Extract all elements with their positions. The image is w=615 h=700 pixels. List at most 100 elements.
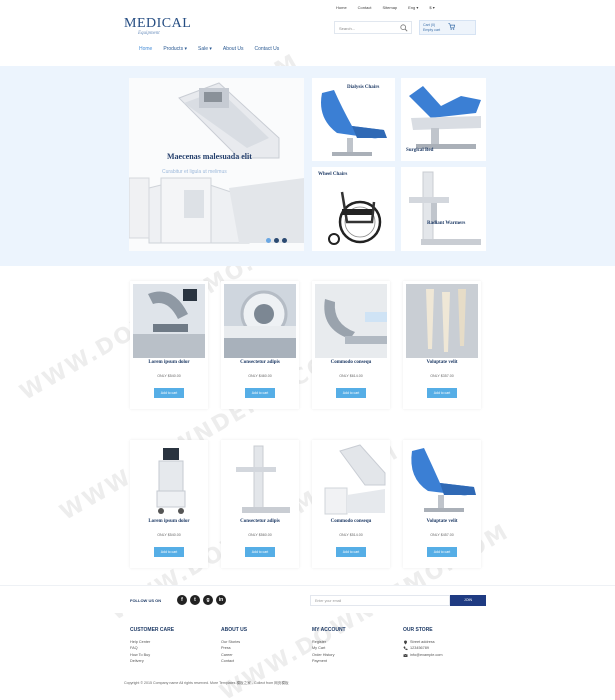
product-name[interactable]: Lorem ipsum dolor [130, 360, 208, 365]
product-card[interactable]: Commodo consequ ONLY $514.00 Add to cart [312, 440, 390, 568]
map-pin-icon [404, 640, 407, 645]
twitter-icon[interactable]: t [190, 595, 200, 605]
product-image[interactable] [133, 443, 205, 517]
product-price: ONLY $514.00 [339, 533, 363, 537]
phone-icon [403, 646, 408, 651]
hero-slider[interactable]: Maecenas malesuada elit Curabitur et lig… [129, 78, 304, 251]
footer-link[interactable]: Payment [312, 658, 346, 664]
toplink-sitemap[interactable]: Sitemap [382, 5, 397, 10]
add-to-cart-button[interactable]: Add to cart [336, 388, 366, 398]
tile-label: Wheel Chairs [318, 172, 348, 177]
currency-select[interactable]: $ ▾ [429, 5, 434, 10]
footer-about-us: ABOUT US Our Stories Press Career Contac… [221, 627, 247, 665]
tile-surgical-bed[interactable]: Surgical Bed [401, 78, 486, 161]
social-icons: f t g in [177, 595, 226, 605]
footer-link[interactable]: Delivery [130, 658, 174, 664]
footer-heading: MY ACCOUNT [312, 627, 346, 633]
product-price: ONLY $457.00 [430, 533, 454, 537]
search-box[interactable]: Search... [334, 21, 412, 34]
product-image[interactable] [406, 284, 478, 358]
product-image[interactable] [224, 443, 296, 517]
nav-sale[interactable]: Sale ▾ [198, 46, 212, 52]
tile-label: Dialysis Chairs [347, 85, 380, 90]
slider-dot[interactable] [274, 238, 279, 243]
mail-icon [403, 653, 408, 657]
product-card[interactable]: Voluptate velit ONLY $457.00 Add to cart [403, 440, 481, 568]
tile-label: Surgical Bed [406, 148, 434, 153]
tile-radiant-warmers[interactable]: Radiant Warmers [401, 167, 486, 251]
nav-label: Sale [197, 46, 208, 52]
add-to-cart-button[interactable]: Add to cart [427, 388, 457, 398]
join-button[interactable]: JOIN [450, 595, 486, 606]
search-icon[interactable] [400, 24, 408, 32]
product-name[interactable]: Voluptate velit [403, 519, 481, 524]
slider-dot[interactable] [282, 238, 287, 243]
footer-email[interactable]: info@example.com [403, 652, 443, 658]
logo-title: MEDICAL [124, 16, 192, 31]
product-price: ONLY $460.00 [248, 374, 272, 378]
slide-title: Maecenas malesuada elit [167, 152, 252, 161]
product-card[interactable]: Consectetur adipis ONLY $560.00 Add to c… [221, 440, 299, 568]
add-to-cart-button[interactable]: Add to cart [427, 547, 457, 557]
product-image[interactable] [133, 284, 205, 358]
nav-label: Contact Us [254, 46, 280, 52]
nav-about-us[interactable]: About Us [223, 46, 244, 52]
product-name[interactable]: Voluptate velit [403, 360, 481, 365]
follow-label: FOLLOW US ON [130, 598, 162, 603]
hero-band [0, 66, 615, 266]
product-name[interactable]: Consectetur adipis [221, 360, 299, 365]
product-card[interactable]: Consectetur adipis ONLY $460.00 Add to c… [221, 281, 299, 409]
nav-products[interactable]: Products ▾ [163, 46, 187, 52]
nav-contact-us[interactable]: Contact Us [254, 46, 279, 52]
cart-status: Empty cart [423, 27, 441, 32]
footer-customer-care: CUSTOMER CARE Help Center FAQ How To Buy… [130, 627, 174, 665]
toplink-home[interactable]: Home [336, 5, 347, 10]
chevron-down-icon: ▾ [184, 46, 187, 52]
tile-wheel-chairs[interactable]: Wheel Chairs [312, 167, 395, 251]
product-price: ONLY $540.00 [157, 374, 181, 378]
site-logo[interactable]: MEDICAL Equipment [124, 17, 191, 37]
email-text[interactable]: info@example.com [410, 652, 443, 658]
toplink-contact[interactable]: Contact [358, 5, 372, 10]
product-card[interactable]: Commodo consequ ONLY $614.00 Add to cart [312, 281, 390, 409]
product-price: ONLY $357.00 [430, 374, 454, 378]
product-card[interactable]: Voluptate velit ONLY $357.00 Add to cart [403, 281, 481, 409]
footer-link[interactable]: Contact [221, 658, 247, 664]
slider-dot[interactable] [266, 238, 271, 243]
product-name[interactable]: Commodo consequ [312, 360, 390, 365]
add-to-cart-button[interactable]: Add to cart [245, 388, 275, 398]
product-image[interactable] [406, 443, 478, 517]
slide-subtitle: Curabitur et ligula ut melimus [162, 169, 227, 175]
tile-label: Radiant Warmers [427, 221, 466, 226]
product-image[interactable] [315, 284, 387, 358]
footer-our-store: OUR STORE Street address 123456789 info@… [403, 627, 443, 658]
product-image[interactable] [224, 284, 296, 358]
product-price: ONLY $614.00 [339, 374, 363, 378]
product-card[interactable]: Lorem ipsum dolor ONLY $540.00 Add to ca… [130, 281, 208, 409]
cart-button[interactable]: Cart (0) Empty cart [419, 20, 476, 35]
product-name[interactable]: Consectetur adipis [221, 519, 299, 524]
tile-dialysis-chairs[interactable]: Dialysis Chairs [312, 78, 395, 161]
product-card[interactable]: Lorem ipsum dolor ONLY $540.00 Add to ca… [130, 440, 208, 568]
google-plus-icon[interactable]: g [203, 595, 213, 605]
add-to-cart-button[interactable]: Add to cart [336, 547, 366, 557]
dialysis-chair-image [312, 78, 395, 161]
language-select[interactable]: Eng ▾ [408, 5, 418, 10]
main-nav: Home Products ▾ Sale ▾ About Us Contact … [139, 46, 290, 52]
newsletter-email-field[interactable]: Enter your email [310, 595, 450, 606]
follow-bar: FOLLOW US ON f t g in Enter your email J… [0, 585, 615, 613]
email-placeholder: Enter your email [315, 599, 342, 603]
search-input[interactable]: Search... [339, 26, 355, 31]
nav-home[interactable]: Home [139, 46, 152, 52]
product-name[interactable]: Commodo consequ [312, 519, 390, 524]
add-to-cart-button[interactable]: Add to cart [245, 547, 275, 557]
add-to-cart-button[interactable]: Add to cart [154, 388, 184, 398]
product-image[interactable] [315, 443, 387, 517]
footer-my-account: MY ACCOUNT Register My Cart Order Histor… [312, 627, 346, 665]
instagram-icon[interactable]: in [216, 595, 226, 605]
add-to-cart-button[interactable]: Add to cart [154, 547, 184, 557]
facebook-icon[interactable]: f [177, 595, 187, 605]
product-name[interactable]: Lorem ipsum dolor [130, 519, 208, 524]
logo-subtitle: Equipment [138, 31, 160, 36]
nav-label: About Us [222, 46, 244, 52]
